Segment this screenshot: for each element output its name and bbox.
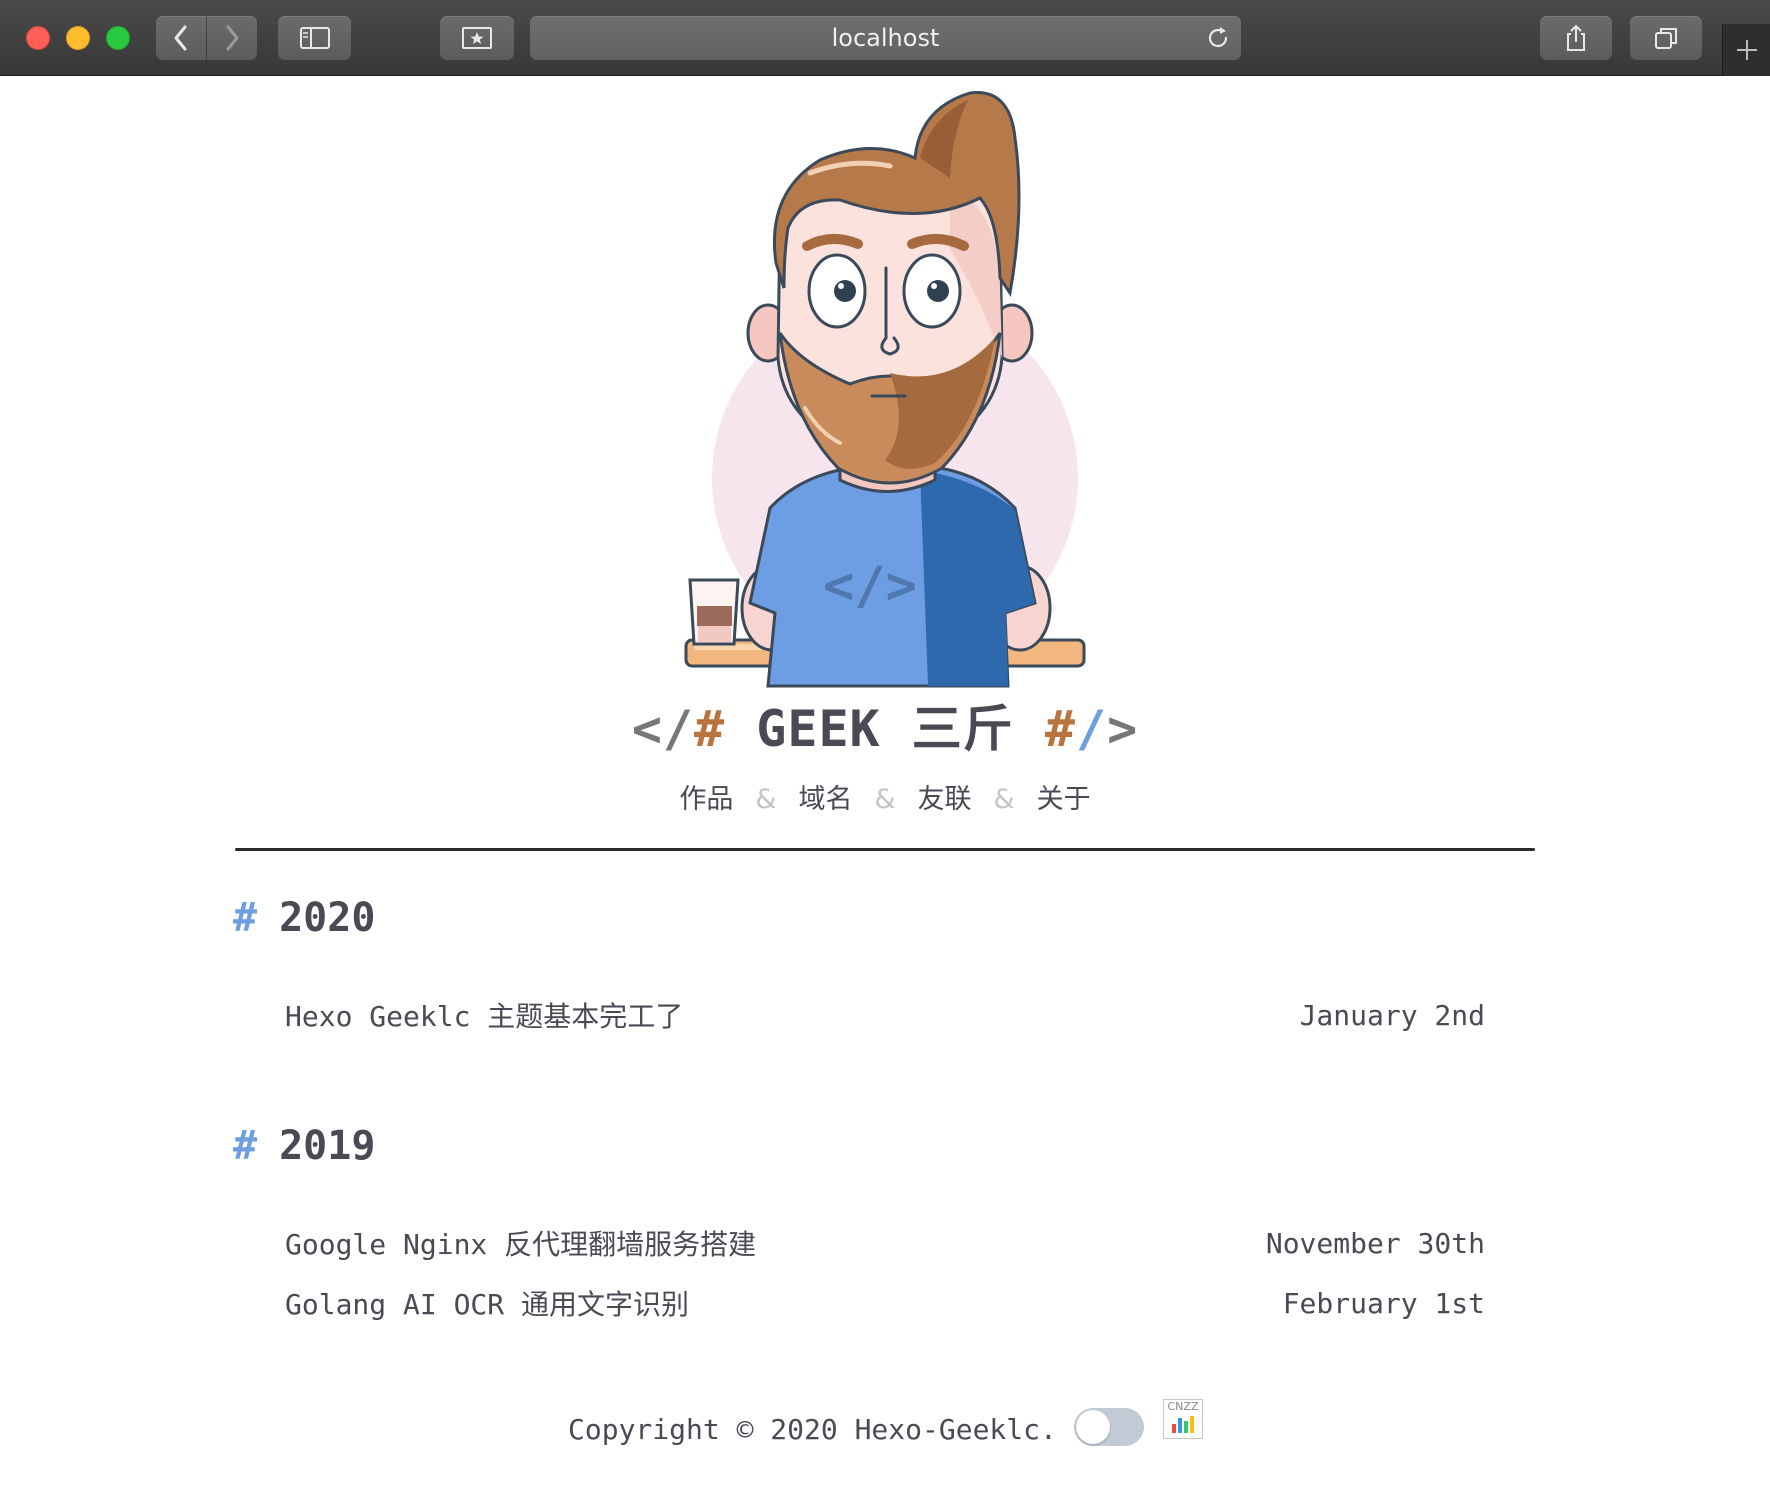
post-title-link[interactable]: Hexo Geeklc 主题基本完工了: [285, 995, 683, 1035]
footer-copyright: Copyright © 2020 Hexo-Geeklc.: [568, 1413, 1057, 1446]
svg-text:</>: </>: [823, 556, 917, 616]
post-date: February 1st: [1282, 1286, 1485, 1320]
nav-separator: &: [755, 784, 777, 815]
reload-icon: [1208, 27, 1228, 48]
nav-item-works[interactable]: 作品: [679, 784, 733, 815]
post-row: Hexo Geeklc 主题基本完工了 January 2nd: [285, 995, 1485, 1035]
bar-chart-icon: [1172, 1416, 1194, 1433]
sidebar-icon: [299, 27, 330, 49]
post-row: Golang AI OCR 通用文字识别 February 1st: [285, 1283, 1485, 1323]
post-title-link[interactable]: Google Nginx 反代理翻墙服务搭建: [285, 1223, 756, 1263]
browser-toolbar: localhost: [0, 0, 1770, 76]
theme-toggle[interactable]: [1074, 1408, 1144, 1446]
year-label: 2020: [279, 895, 376, 941]
zoom-window-button[interactable]: [106, 26, 130, 50]
star-bookmark-icon: [462, 27, 492, 49]
nav-item-domains[interactable]: 域名: [798, 784, 852, 815]
plus-icon: [1737, 40, 1757, 60]
nav-separator: &: [874, 784, 896, 815]
tabs-overview-icon: [1655, 28, 1677, 49]
year-hash: #: [233, 895, 258, 941]
post-title-link[interactable]: Golang AI OCR 通用文字识别: [285, 1283, 689, 1323]
title-text: GEEK 三斤: [725, 700, 1045, 758]
reload-button[interactable]: [1205, 25, 1231, 55]
share-button[interactable]: [1540, 16, 1612, 60]
cnzz-stats-badge[interactable]: CNZZ: [1163, 1399, 1203, 1439]
title-open-angle: </: [631, 700, 695, 758]
post-date: November 30th: [1265, 1226, 1485, 1260]
title-close-slash: /: [1075, 700, 1108, 758]
new-tab-button[interactable]: [1722, 24, 1770, 76]
url-text: localhost: [831, 24, 940, 52]
nav-item-about[interactable]: 关于: [1037, 784, 1091, 815]
address-bar[interactable]: localhost: [530, 16, 1241, 60]
archive-year-heading: #2020: [233, 893, 375, 943]
close-window-button[interactable]: [26, 26, 50, 50]
post-date: January 2nd: [1299, 998, 1485, 1032]
site-title[interactable]: </# GEEK 三斤 #/>: [0, 698, 1770, 760]
header-divider: [235, 848, 1535, 851]
back-button[interactable]: [156, 16, 206, 60]
nav-separator: &: [993, 784, 1015, 815]
minimize-window-button[interactable]: [66, 26, 90, 50]
title-close-hash: #: [1044, 700, 1076, 758]
post-row: Google Nginx 反代理翻墙服务搭建 November 30th: [285, 1223, 1485, 1263]
toggle-knob: [1076, 1410, 1110, 1444]
year-hash: #: [233, 1123, 258, 1169]
share-icon: [1567, 24, 1585, 51]
archive-year-heading: #2019: [233, 1121, 375, 1171]
chevron-right-icon: [226, 25, 239, 51]
bookmarks-button[interactable]: [440, 16, 514, 60]
geek-avatar-illustration: </>: [684, 91, 1086, 688]
title-close-angle: >: [1107, 700, 1139, 758]
main-nav: 作品 & 域名 & 友联 & 关于: [0, 782, 1770, 818]
chevron-left-icon: [174, 25, 187, 51]
year-label: 2019: [279, 1123, 376, 1169]
show-tabs-button[interactable]: [1630, 16, 1702, 60]
sidebar-toggle-button[interactable]: [278, 16, 351, 60]
title-open-hash: #: [694, 700, 726, 758]
forward-button[interactable]: [207, 16, 257, 60]
nav-item-friends[interactable]: 友联: [918, 784, 972, 815]
